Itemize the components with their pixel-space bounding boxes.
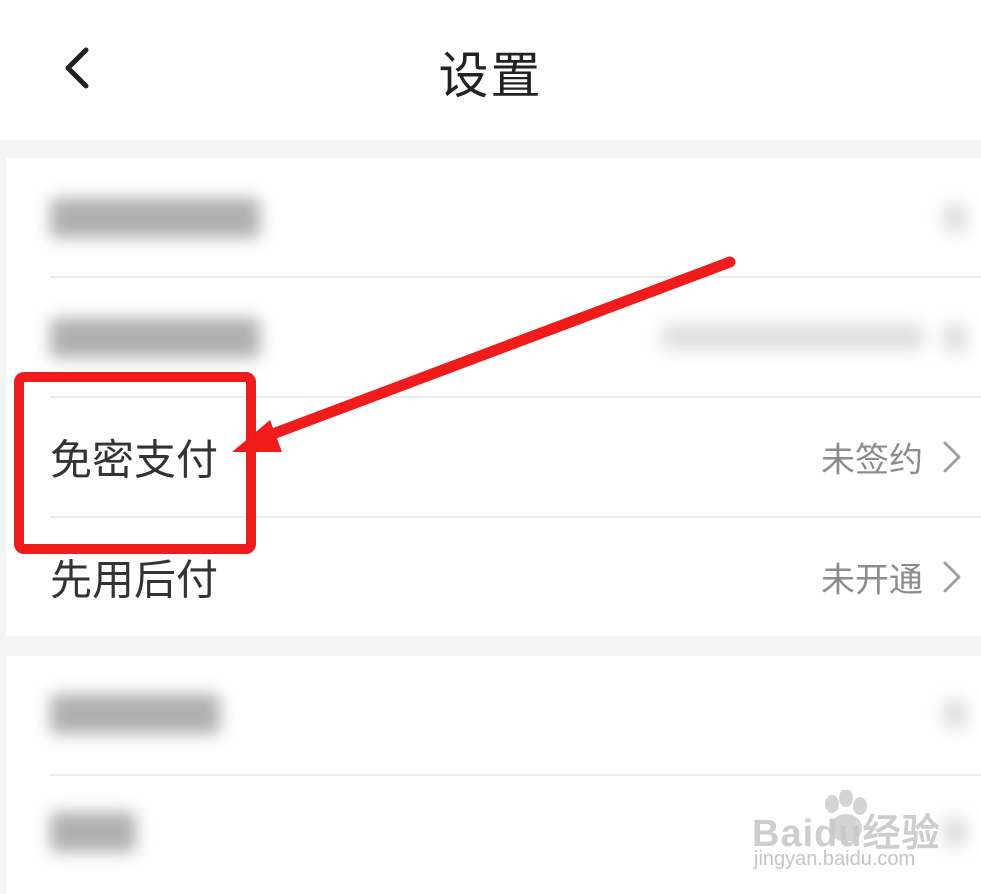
blurred-settings-row[interactable] <box>6 278 981 396</box>
header-bar: 设置 <box>0 0 981 140</box>
row-label: 免密支付 <box>50 435 219 485</box>
settings-screen: 设置 免密支付 未签约 先用后付 未开通 Baidu经验 jingyan.bai… <box>0 0 981 894</box>
row-status-value: 未开通 <box>821 560 923 601</box>
blurred-settings-row[interactable] <box>6 158 981 276</box>
row-label: 先用后付 <box>50 555 219 605</box>
blurred-settings-row[interactable] <box>6 776 981 894</box>
chevron-right-icon <box>943 561 961 593</box>
row-status-value: 未签约 <box>821 440 923 481</box>
settings-row-pay-later[interactable]: 先用后付 未开通 <box>6 518 981 636</box>
chevron-right-icon <box>943 441 961 473</box>
settings-group-other <box>6 656 981 894</box>
settings-group-payment: 免密支付 未签约 先用后付 未开通 <box>6 158 981 636</box>
settings-row-passwordless-pay[interactable]: 免密支付 未签约 <box>6 398 981 516</box>
page-title: 设置 <box>438 47 543 105</box>
blurred-settings-row[interactable] <box>6 656 981 774</box>
